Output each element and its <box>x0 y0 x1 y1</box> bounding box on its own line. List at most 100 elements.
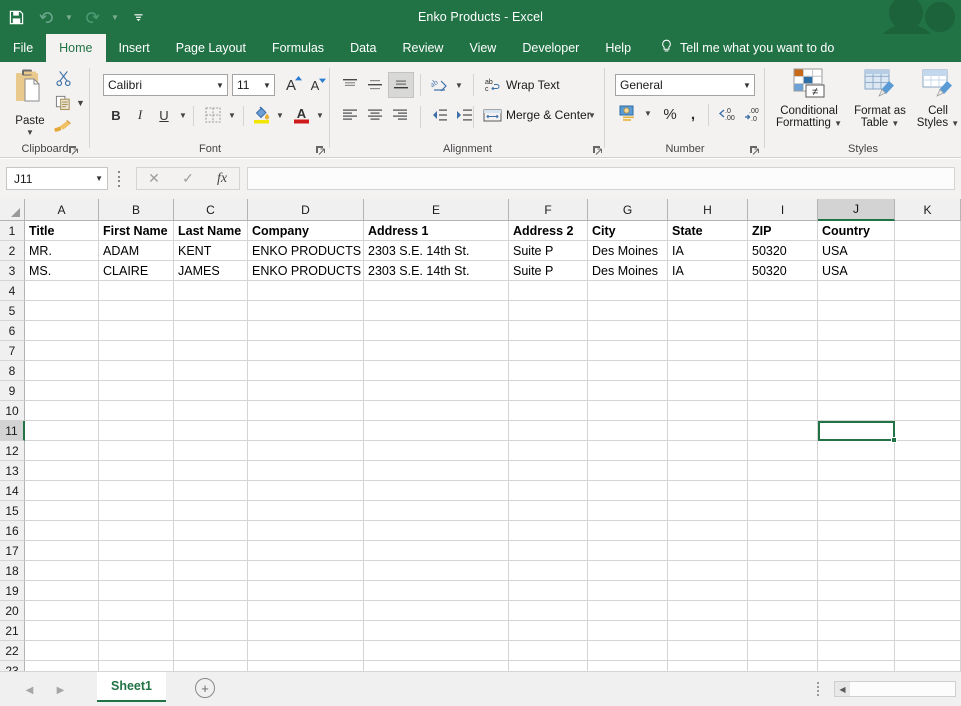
row-header-2[interactable]: 2 <box>0 241 25 261</box>
cell-G5[interactable] <box>588 301 668 321</box>
cell-F8[interactable] <box>509 361 588 381</box>
status-bar-grip[interactable] <box>816 682 820 696</box>
cell-C1[interactable]: Last Name <box>174 221 248 241</box>
cell-E11[interactable] <box>364 421 509 441</box>
cell-F5[interactable] <box>509 301 588 321</box>
cell-I23[interactable] <box>748 661 818 671</box>
row-header-15[interactable]: 15 <box>0 501 25 521</box>
cell-C16[interactable] <box>174 521 248 541</box>
cell-F9[interactable] <box>509 381 588 401</box>
cell-D10[interactable] <box>248 401 364 421</box>
cell-H18[interactable] <box>668 561 748 581</box>
cell-D8[interactable] <box>248 361 364 381</box>
wrap-text-label[interactable]: Wrap Text <box>506 78 560 92</box>
cell-B13[interactable] <box>99 461 174 481</box>
row-header-9[interactable]: 9 <box>0 381 25 401</box>
underline-chevron-down-icon[interactable]: ▼ <box>176 106 190 124</box>
cancel-formula-icon[interactable]: ✕ <box>139 170 169 187</box>
tab-home[interactable]: Home <box>46 34 105 62</box>
cell-C23[interactable] <box>174 661 248 671</box>
clipboard-dialog-launcher[interactable] <box>68 143 79 154</box>
cell-J19[interactable] <box>818 581 895 601</box>
cell-D5[interactable] <box>248 301 364 321</box>
previous-sheet-icon[interactable]: ◀ <box>26 685 34 696</box>
cell-B4[interactable] <box>99 281 174 301</box>
percent-style-button[interactable]: % <box>659 102 681 126</box>
cell-I16[interactable] <box>748 521 818 541</box>
cell-H17[interactable] <box>668 541 748 561</box>
cell-D11[interactable] <box>248 421 364 441</box>
cell-A10[interactable] <box>25 401 99 421</box>
cell-F14[interactable] <box>509 481 588 501</box>
cell-H1[interactable]: State <box>668 221 748 241</box>
borders-chevron-down-icon[interactable]: ▼ <box>225 106 239 124</box>
cell-C13[interactable] <box>174 461 248 481</box>
cut-icon[interactable] <box>52 68 74 88</box>
cell-I14[interactable] <box>748 481 818 501</box>
cell-H16[interactable] <box>668 521 748 541</box>
font-color-chevron-down-icon[interactable]: ▼ <box>313 106 327 124</box>
cell-D23[interactable] <box>248 661 364 671</box>
name-box-chevron-down-icon[interactable]: ▼ <box>95 174 103 183</box>
column-header-c[interactable]: C <box>174 199 248 221</box>
row-header-5[interactable]: 5 <box>0 301 25 321</box>
cell-G22[interactable] <box>588 641 668 661</box>
cell-E20[interactable] <box>364 601 509 621</box>
cell-E4[interactable] <box>364 281 509 301</box>
cell-I17[interactable] <box>748 541 818 561</box>
cell-J13[interactable] <box>818 461 895 481</box>
cell-A19[interactable] <box>25 581 99 601</box>
increase-decimal-icon[interactable]: .0 .00 <box>715 102 739 126</box>
cell-I5[interactable] <box>748 301 818 321</box>
font-color-icon[interactable]: A <box>290 102 312 126</box>
column-header-h[interactable]: H <box>668 199 748 221</box>
tab-view[interactable]: View <box>456 34 509 62</box>
cell-I6[interactable] <box>748 321 818 341</box>
tab-help[interactable]: Help <box>592 34 644 62</box>
cell-C7[interactable] <box>174 341 248 361</box>
row-header-7[interactable]: 7 <box>0 341 25 361</box>
cell-B7[interactable] <box>99 341 174 361</box>
cell-G8[interactable] <box>588 361 668 381</box>
tab-data[interactable]: Data <box>337 34 389 62</box>
column-header-j[interactable]: J <box>818 199 895 221</box>
cell-J8[interactable] <box>818 361 895 381</box>
cell-I11[interactable] <box>748 421 818 441</box>
conditional-formatting-chevron-down-icon[interactable]: ▼ <box>834 119 842 128</box>
cell-B19[interactable] <box>99 581 174 601</box>
cell-A9[interactable] <box>25 381 99 401</box>
font-family-combo[interactable]: Calibri ▼ <box>103 74 228 96</box>
cell-J18[interactable] <box>818 561 895 581</box>
cell-D19[interactable] <box>248 581 364 601</box>
row-header-16[interactable]: 16 <box>0 521 25 541</box>
cell-D3[interactable]: ENKO PRODUCTS <box>248 261 364 281</box>
cell-I20[interactable] <box>748 601 818 621</box>
cell-G13[interactable] <box>588 461 668 481</box>
cell-J4[interactable] <box>818 281 895 301</box>
bottom-align-icon[interactable] <box>388 72 414 98</box>
cell-E3[interactable]: 2303 S.E. 14th St. <box>364 261 509 281</box>
cell-F6[interactable] <box>509 321 588 341</box>
row-header-1[interactable]: 1 <box>0 221 25 241</box>
cell-A17[interactable] <box>25 541 99 561</box>
cell-A13[interactable] <box>25 461 99 481</box>
row-header-13[interactable]: 13 <box>0 461 25 481</box>
cell-H19[interactable] <box>668 581 748 601</box>
row-header-6[interactable]: 6 <box>0 321 25 341</box>
italic-button[interactable]: I <box>129 104 151 126</box>
row-header-8[interactable]: 8 <box>0 361 25 381</box>
cell-E16[interactable] <box>364 521 509 541</box>
cell-J14[interactable] <box>818 481 895 501</box>
fill-handle[interactable] <box>891 437 897 443</box>
cell-D22[interactable] <box>248 641 364 661</box>
borders-icon[interactable] <box>202 104 224 126</box>
cell-C22[interactable] <box>174 641 248 661</box>
row-header-21[interactable]: 21 <box>0 621 25 641</box>
cell-D2[interactable]: ENKO PRODUCTS <box>248 241 364 261</box>
cell-C15[interactable] <box>174 501 248 521</box>
cell-K2[interactable] <box>895 241 961 261</box>
cell-E23[interactable] <box>364 661 509 671</box>
fill-color-icon[interactable] <box>250 102 272 126</box>
cell-E5[interactable] <box>364 301 509 321</box>
cell-J20[interactable] <box>818 601 895 621</box>
